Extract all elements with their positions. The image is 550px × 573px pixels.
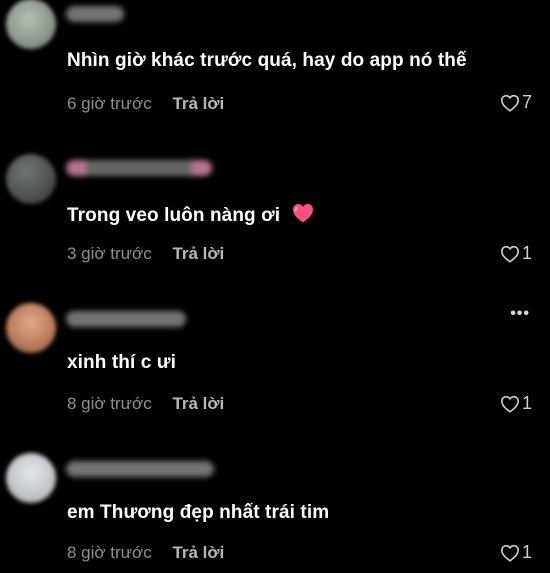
- comment-text: xinh thí c ưi: [67, 352, 177, 373]
- more-options-icon[interactable]: •••: [510, 305, 530, 323]
- comment-text: Nhìn giờ khác trước quá, hay do app nó t…: [67, 50, 467, 71]
- username[interactable]: [66, 311, 186, 327]
- reply-button[interactable]: Trả lời: [172, 394, 224, 413]
- username[interactable]: [66, 160, 212, 176]
- like-count: 7: [521, 92, 532, 112]
- like-count: 1: [521, 542, 532, 562]
- comment-meta: 6 giờ trước Trả lời: [67, 94, 224, 114]
- timestamp: 3 giờ trước: [67, 244, 152, 263]
- heart-outline-icon: [500, 94, 519, 112]
- reply-button[interactable]: Trả lời: [172, 244, 224, 263]
- avatar[interactable]: [6, 453, 56, 503]
- username[interactable]: [66, 6, 124, 22]
- avatar[interactable]: [6, 0, 56, 49]
- comment-text: Trong veo luôn nàng ơi: [67, 202, 315, 227]
- like-button[interactable]: 1: [500, 393, 532, 414]
- avatar[interactable]: [6, 154, 56, 204]
- comment-meta: 8 giờ trước Trả lời: [67, 394, 224, 414]
- heart-outline-icon: [500, 245, 519, 263]
- timestamp: 8 giờ trước: [67, 543, 152, 562]
- like-button[interactable]: 7: [500, 92, 532, 113]
- comment-meta: 3 giờ trước Trả lời: [67, 244, 224, 264]
- comment-text: em Thương đẹp nhất trái tim: [67, 502, 330, 523]
- like-count: 1: [521, 393, 532, 413]
- like-button[interactable]: 1: [500, 542, 532, 563]
- username[interactable]: [66, 461, 214, 477]
- timestamp: 6 giờ trước: [67, 94, 152, 113]
- comment-meta: 8 giờ trước Trả lời: [67, 543, 224, 563]
- like-count: 1: [521, 243, 532, 263]
- heart-outline-icon: [500, 544, 519, 562]
- heart-emoji-icon: [293, 204, 314, 223]
- reply-button[interactable]: Trả lời: [172, 94, 224, 113]
- like-button[interactable]: 1: [500, 243, 532, 264]
- timestamp: 8 giờ trước: [67, 394, 152, 413]
- comment-text-body: Trong veo luôn nàng ơi: [67, 205, 281, 226]
- avatar[interactable]: [6, 303, 56, 353]
- reply-button[interactable]: Trả lời: [172, 543, 224, 562]
- heart-outline-icon: [500, 395, 519, 413]
